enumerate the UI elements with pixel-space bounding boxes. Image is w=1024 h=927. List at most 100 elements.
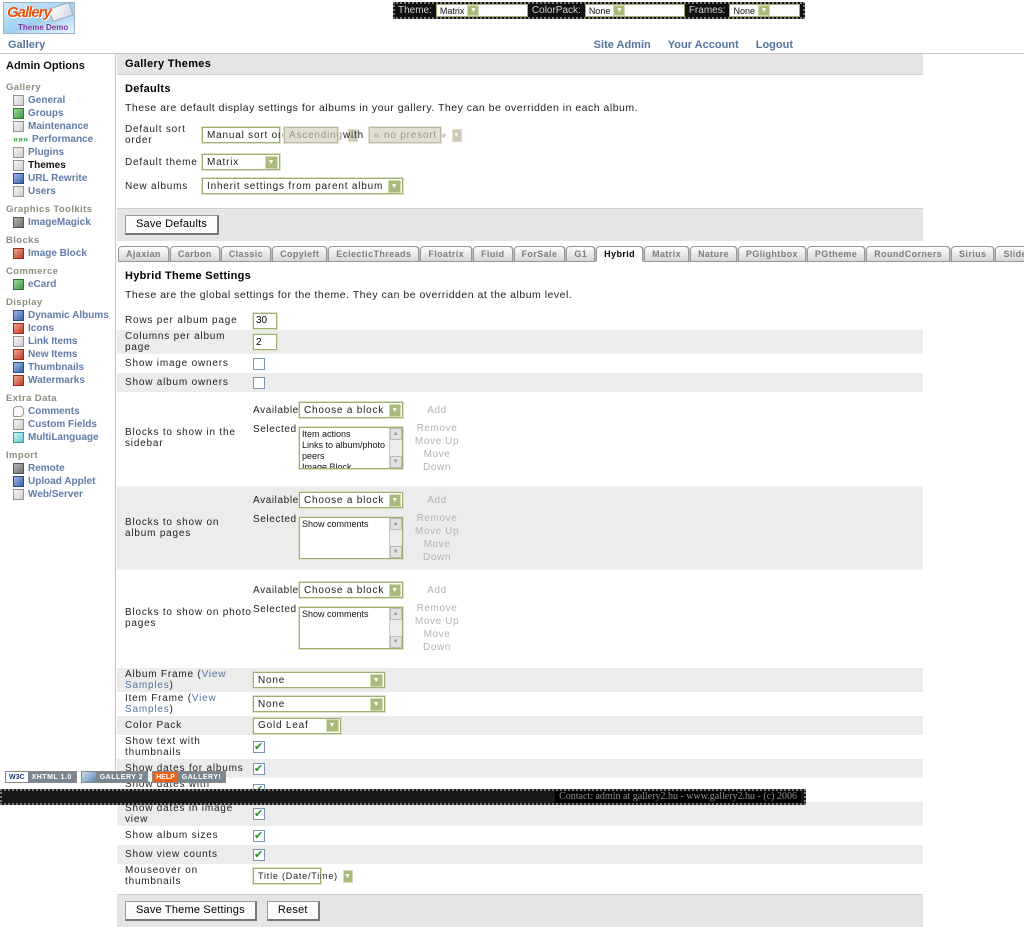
- site-admin-link[interactable]: Site Admin: [594, 39, 651, 51]
- frames-select[interactable]: None ▼: [729, 4, 800, 17]
- color-pack-select[interactable]: Gold Leaf ▼: [253, 718, 341, 734]
- show-view-counts-checkbox[interactable]: [253, 849, 265, 861]
- chevron-down-icon[interactable]: ▼: [613, 5, 625, 16]
- show-album-sizes-checkbox[interactable]: [253, 830, 265, 842]
- tab-sirius[interactable]: Sirius: [951, 246, 994, 262]
- chevron-down-icon[interactable]: ▼: [758, 5, 770, 16]
- tab-roundcorners[interactable]: RoundCorners: [866, 246, 950, 262]
- list-item[interactable]: Show comments: [302, 519, 387, 530]
- chevron-down-icon[interactable]: ▼: [265, 156, 278, 169]
- blocks-photo-selected-list[interactable]: Show comments ▲ ▼: [299, 607, 403, 649]
- scroll-up-icon[interactable]: ▲: [390, 608, 402, 620]
- gallery2-badge[interactable]: GALLERY 2: [81, 771, 148, 783]
- sidebar-item-thumbnails[interactable]: Thumbnails: [0, 361, 115, 374]
- sidebar-item-imagemagick[interactable]: ImageMagick: [0, 216, 115, 229]
- cols-per-page-input[interactable]: [253, 334, 277, 350]
- list-item[interactable]: Show comments: [302, 609, 387, 620]
- presort-select[interactable]: « no presort » ▼: [369, 127, 441, 143]
- item-frame-select[interactable]: None ▼: [253, 696, 385, 712]
- blocks-album-available-select[interactable]: Choose a block ▼: [299, 492, 403, 508]
- sidebar-item-link-items[interactable]: Link Items: [0, 335, 115, 348]
- chevron-down-icon[interactable]: ▼: [388, 180, 401, 193]
- help-gallery-badge[interactable]: HELP GALLERY!: [152, 771, 226, 783]
- blocks-photo-remove-link[interactable]: Remove: [409, 602, 465, 615]
- blocks-photo-moveup-link[interactable]: Move Up: [409, 615, 465, 628]
- tab-fluid[interactable]: Fluid: [473, 246, 513, 262]
- sidebar-item-icons[interactable]: Icons: [0, 322, 115, 335]
- tab-classic[interactable]: Classic: [221, 246, 271, 262]
- sidebar-item-ecard[interactable]: eCard: [0, 278, 115, 291]
- sidebar-item-groups[interactable]: Groups: [0, 107, 115, 120]
- logout-link[interactable]: Logout: [756, 39, 793, 51]
- default-theme-select[interactable]: Matrix ▼: [202, 154, 280, 170]
- sort-direction-select[interactable]: Ascending ▼: [284, 127, 338, 143]
- colorpack-select[interactable]: None ▼: [585, 4, 685, 17]
- blocks-sidebar-add-link[interactable]: Add: [409, 404, 465, 417]
- scroll-down-icon[interactable]: ▼: [390, 546, 402, 558]
- reset-button[interactable]: Reset: [267, 901, 320, 921]
- tab-forsale[interactable]: ForSale: [514, 246, 566, 262]
- chevron-down-icon[interactable]: ▼: [467, 5, 479, 16]
- blocks-sidebar-available-select[interactable]: Choose a block ▼: [299, 402, 403, 418]
- sidebar-item-web-server[interactable]: Web/Server: [0, 488, 115, 501]
- scroll-up-icon[interactable]: ▲: [390, 518, 402, 530]
- blocks-album-remove-link[interactable]: Remove: [409, 512, 465, 525]
- scrollbar[interactable]: ▲ ▼: [389, 608, 402, 648]
- blocks-sidebar-movedown-link[interactable]: Move Down: [409, 448, 465, 474]
- blocks-album-moveup-link[interactable]: Move Up: [409, 525, 465, 538]
- sidebar-item-maintenance[interactable]: Maintenance: [0, 120, 115, 133]
- album-frame-select[interactable]: None ▼: [253, 672, 385, 688]
- blocks-album-selected-list[interactable]: Show comments ▲ ▼: [299, 517, 403, 559]
- sidebar-item-new-items[interactable]: New Items: [0, 348, 115, 361]
- chevron-down-icon[interactable]: ▼: [389, 584, 401, 597]
- sidebar-item-image-block[interactable]: Image Block: [0, 247, 115, 260]
- tab-matrix[interactable]: Matrix: [644, 246, 689, 262]
- blocks-photo-add-link[interactable]: Add: [409, 584, 465, 597]
- tab-eclecticthreads[interactable]: EclecticThreads: [328, 246, 419, 262]
- blocks-album-movedown-link[interactable]: Move Down: [409, 538, 465, 564]
- sidebar-item-url-rewrite[interactable]: URL Rewrite: [0, 172, 115, 185]
- scrollbar[interactable]: ▲ ▼: [389, 518, 402, 558]
- sidebar-item-dynamic-albums[interactable]: Dynamic Albums: [0, 309, 115, 322]
- show-album-owners-checkbox[interactable]: [253, 377, 265, 389]
- tab-floatrix[interactable]: Floatrix: [420, 246, 472, 262]
- blocks-album-add-link[interactable]: Add: [409, 494, 465, 507]
- theme-select[interactable]: Matrix ▼: [436, 4, 528, 17]
- scrollbar[interactable]: ▲ ▼: [389, 428, 402, 468]
- blocks-sidebar-selected-list[interactable]: Item actions Links to album/photo peers …: [299, 427, 403, 469]
- tab-g1[interactable]: G1: [566, 246, 595, 262]
- list-item[interactable]: Item actions: [302, 429, 387, 440]
- sort-order-select[interactable]: Manual sort order ▼: [202, 127, 280, 143]
- tab-pglightbox[interactable]: PGlightbox: [738, 246, 806, 262]
- sidebar-item-general[interactable]: General: [0, 94, 115, 107]
- save-theme-settings-button[interactable]: Save Theme Settings: [125, 901, 257, 921]
- list-item[interactable]: Links to album/photo peers: [302, 440, 387, 462]
- new-albums-select[interactable]: Inherit settings from parent album ▼: [202, 178, 403, 194]
- sidebar-item-comments[interactable]: Comments: [0, 405, 115, 418]
- gallery-logo[interactable]: Gallery Theme Demo: [3, 2, 75, 34]
- save-defaults-button[interactable]: Save Defaults: [125, 215, 219, 235]
- sidebar-item-themes[interactable]: Themes: [0, 159, 115, 172]
- rows-per-page-input[interactable]: [253, 313, 277, 329]
- sidebar-item-upload-applet[interactable]: Upload Applet: [0, 475, 115, 488]
- sidebar-item-multilanguage[interactable]: MultiLanguage: [0, 431, 115, 444]
- tab-nature[interactable]: Nature: [690, 246, 737, 262]
- your-account-link[interactable]: Your Account: [668, 39, 739, 51]
- blocks-sidebar-moveup-link[interactable]: Move Up: [409, 435, 465, 448]
- list-item[interactable]: Image Block: [302, 462, 387, 468]
- chevron-down-icon[interactable]: ▼: [389, 494, 401, 507]
- blocks-photo-available-select[interactable]: Choose a block ▼: [299, 582, 403, 598]
- tab-hybrid[interactable]: Hybrid: [596, 246, 643, 262]
- tab-carbon[interactable]: Carbon: [170, 246, 220, 262]
- chevron-down-icon[interactable]: ▼: [370, 674, 383, 687]
- w3c-xhtml-badge[interactable]: W3C XHTML 1.0: [5, 771, 77, 783]
- scroll-up-icon[interactable]: ▲: [390, 428, 402, 440]
- show-text-thumbs-checkbox[interactable]: [253, 741, 265, 753]
- chevron-down-icon[interactable]: ▼: [343, 870, 353, 883]
- chevron-down-icon[interactable]: ▼: [389, 404, 401, 417]
- show-dates-albums-checkbox[interactable]: [253, 763, 265, 775]
- breadcrumb[interactable]: Gallery: [8, 39, 45, 51]
- sidebar-item-remote[interactable]: Remote: [0, 462, 115, 475]
- tab-ajaxian[interactable]: Ajaxian: [118, 246, 169, 262]
- sidebar-item-watermarks[interactable]: Watermarks: [0, 374, 115, 387]
